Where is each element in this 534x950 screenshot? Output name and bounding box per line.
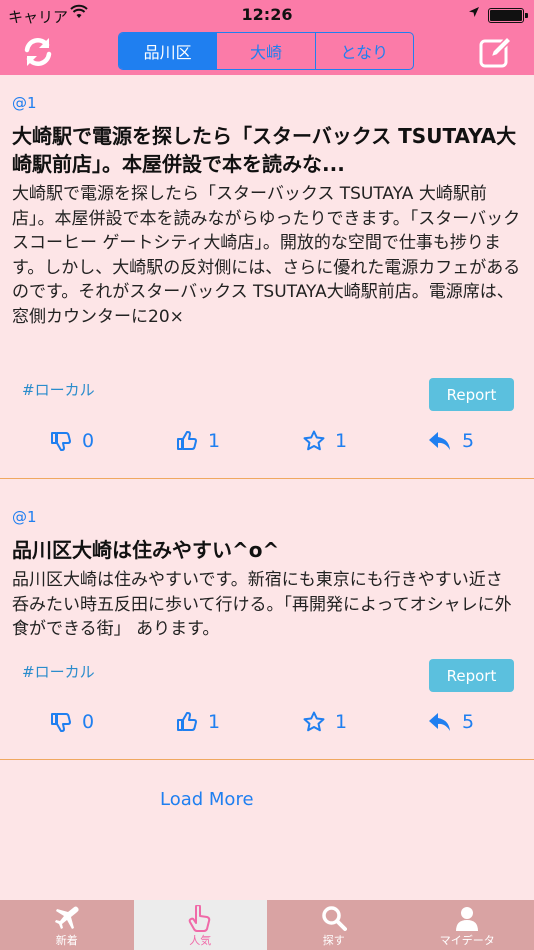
reply-button[interactable]: 5 — [428, 430, 474, 452]
post-tag[interactable]: #ローカル — [22, 661, 95, 682]
area-segmented-control: 品川区 大崎 となり — [118, 32, 414, 70]
airplane-icon — [54, 906, 79, 929]
tab-bar: 新着 人気 探す マイデータ — [0, 900, 534, 950]
segment-osaki[interactable]: 大崎 — [216, 33, 314, 69]
thumbs-up-icon — [177, 712, 197, 731]
battery-icon — [488, 8, 528, 23]
report-button[interactable]: Report — [429, 378, 514, 411]
tab-popular[interactable]: 人気 — [133, 900, 267, 950]
tab-label: マイデータ — [439, 934, 495, 947]
search-icon — [322, 906, 347, 931]
location-icon — [468, 6, 480, 22]
like-button[interactable]: 1 — [176, 430, 220, 452]
favorite-button[interactable]: 1 — [303, 430, 347, 452]
dislike-count: 0 — [82, 430, 95, 452]
tab-search[interactable]: 探す — [267, 900, 401, 950]
post-user[interactable]: @1 — [12, 94, 522, 112]
compose-icon[interactable] — [476, 32, 516, 72]
favorite-count: 1 — [335, 430, 348, 452]
reply-count: 5 — [462, 430, 475, 452]
star-icon — [303, 430, 325, 451]
like-count: 1 — [208, 430, 221, 452]
load-more-button[interactable]: Load More — [160, 789, 254, 810]
pointing-hand-icon — [188, 905, 211, 932]
dislike-button[interactable]: 0 — [50, 711, 94, 733]
reply-icon — [429, 432, 450, 450]
post-body: 大崎駅で電源を探したら「スターバックス TSUTAYA 大崎駅前店」。本屋併設で… — [12, 184, 521, 327]
thumbs-up-icon — [177, 431, 197, 450]
post-user[interactable]: @1 — [12, 508, 522, 526]
tab-label: 新着 — [55, 934, 78, 947]
post-divider — [0, 759, 534, 760]
tab-mydata[interactable]: マイデータ — [401, 900, 534, 950]
favorite-count: 1 — [335, 711, 348, 733]
user-icon — [456, 907, 479, 931]
report-button[interactable]: Report — [429, 659, 514, 692]
tab-label: 人気 — [189, 934, 212, 947]
star-icon — [303, 711, 325, 732]
post-title: 品川区大崎は住みやすい^o^ — [12, 538, 280, 562]
like-button[interactable]: 1 — [176, 711, 220, 733]
post-card[interactable]: @1 大崎駅で電源を探したら「スターバックス TSUTAYA大崎駅前店」。本屋併… — [0, 94, 534, 474]
status-bar: キャリア 12:26 — [0, 0, 534, 30]
post-body: 品川区大崎は住みやすいです。新宿にも東京にも行きやすい近さ 呑みたい時五反田に歩… — [12, 570, 520, 639]
refresh-icon[interactable] — [18, 32, 58, 72]
post-title: 大崎駅で電源を探したら「スターバックス TSUTAYA大崎駅前店」。本屋併設で本… — [12, 124, 517, 176]
segment-shinagawa[interactable]: 品川区 — [119, 33, 217, 69]
thumbs-down-icon — [51, 713, 71, 732]
tab-new[interactable]: 新着 — [0, 900, 134, 950]
post-actions: 0 1 1 5 — [0, 430, 534, 460]
reply-button[interactable]: 5 — [428, 711, 474, 733]
reply-icon — [429, 713, 450, 731]
post-tag[interactable]: #ローカル — [22, 379, 95, 400]
post-divider — [0, 478, 534, 479]
reply-count: 5 — [462, 711, 475, 733]
thumbs-down-icon — [51, 432, 71, 451]
dislike-count: 0 — [82, 711, 95, 733]
favorite-button[interactable]: 1 — [303, 711, 347, 733]
tab-label: 探す — [322, 934, 345, 947]
nav-bar: 品川区 大崎 となり — [0, 30, 534, 75]
segment-nearby[interactable]: となり — [314, 33, 413, 69]
post-actions: 0 1 1 5 — [0, 711, 534, 741]
clock: 12:26 — [241, 5, 293, 24]
post-card[interactable]: @1 品川区大崎は住みやすい^o^ 品川区大崎は住みやすいです。新宿にも東京にも… — [0, 508, 534, 708]
like-count: 1 — [208, 711, 221, 733]
dislike-button[interactable]: 0 — [50, 430, 94, 452]
